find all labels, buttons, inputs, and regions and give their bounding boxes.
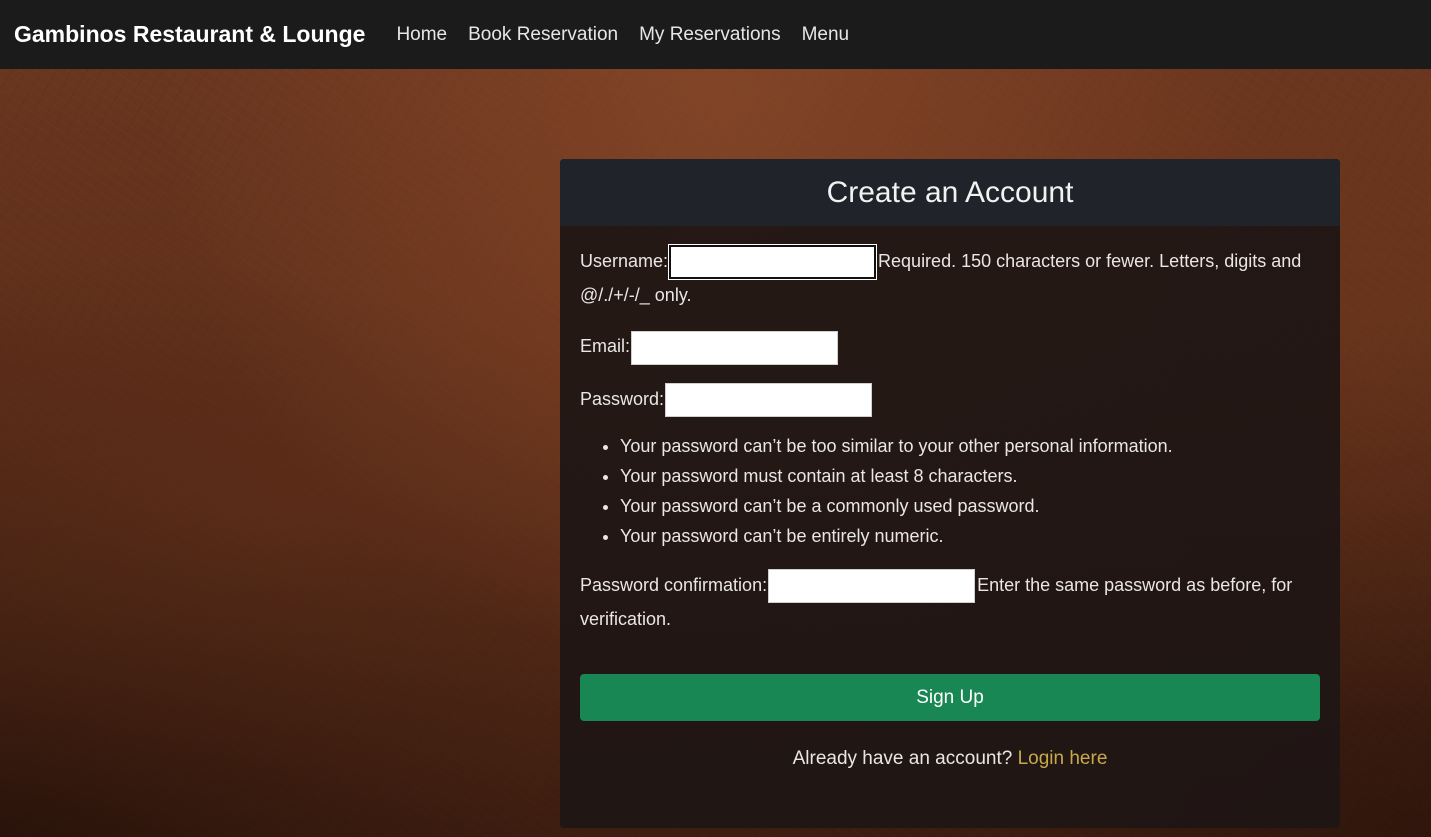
- password-rule-item: Your password can’t be a commonly used p…: [620, 491, 1320, 521]
- password-input[interactable]: [665, 382, 873, 417]
- login-prompt-text: Already have an account?: [792, 748, 1013, 769]
- username-label: Username:: [580, 251, 669, 271]
- nav-link-book-reservation[interactable]: Book Reservation: [468, 24, 618, 46]
- login-prompt: Already have an account? Login here: [580, 742, 1320, 775]
- nav-link-home[interactable]: Home: [396, 24, 447, 46]
- password-confirmation-row: Password confirmation: Enter the same pas…: [580, 569, 1320, 636]
- username-row: Username: Required. 150 characters or few…: [580, 244, 1320, 312]
- email-row: Email:: [580, 330, 1320, 365]
- nav-link-menu[interactable]: Menu: [802, 24, 850, 46]
- username-input[interactable]: [668, 244, 878, 281]
- password-rule-item: Your password can’t be too similar to yo…: [620, 431, 1320, 461]
- page-title: Create an Account: [826, 175, 1074, 209]
- password-rule-item: Your password can’t be entirely numeric.: [620, 521, 1320, 551]
- password-rules-list: Your password can’t be too similar to yo…: [620, 431, 1320, 551]
- password-rule-item: Your password must contain at least 8 ch…: [620, 461, 1320, 491]
- brand-logo-link[interactable]: Gambinos Restaurant & Lounge: [14, 21, 365, 48]
- email-label: Email:: [580, 336, 631, 357]
- password-confirmation-input[interactable]: [768, 569, 976, 603]
- signup-form: Username: Required. 150 characters or few…: [560, 226, 1340, 775]
- email-input[interactable]: [631, 330, 839, 365]
- top-navbar: Gambinos Restaurant & Lounge Home Book R…: [0, 0, 1431, 69]
- sign-up-button[interactable]: Sign Up: [580, 674, 1320, 721]
- signup-card-header: Create an Account: [560, 159, 1340, 226]
- signup-card: Create an Account Username: Required. 150…: [560, 159, 1340, 828]
- password-confirmation-label: Password confirmation:: [580, 574, 768, 595]
- nav-link-my-reservations[interactable]: My Reservations: [639, 24, 781, 46]
- password-label: Password:: [580, 388, 665, 409]
- password-row: Password:: [580, 382, 1320, 417]
- login-here-link[interactable]: Login here: [1018, 748, 1108, 769]
